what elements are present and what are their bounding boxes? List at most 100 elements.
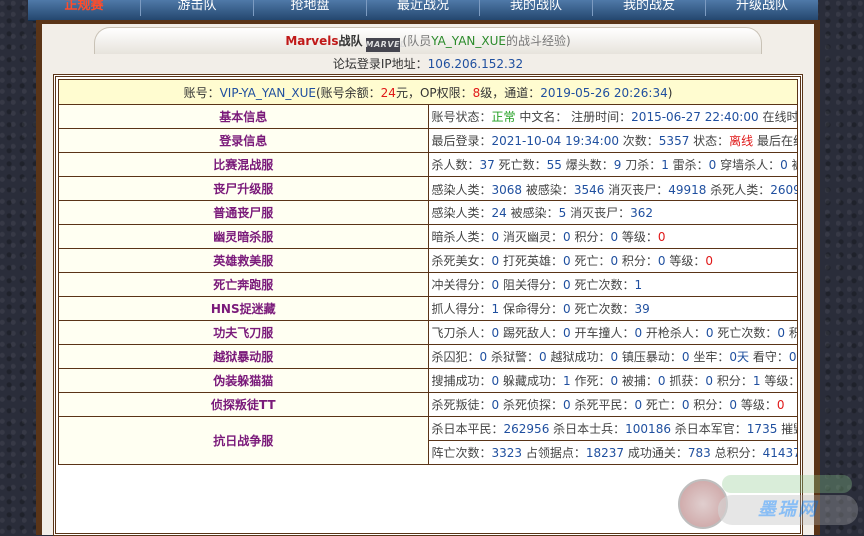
stat-text: 抓人得分： [431, 302, 492, 316]
stat-text: 杀死侦探： [499, 398, 563, 412]
channel-time: 2019-05-26 20:26:34 [540, 85, 668, 100]
stat-text: 0 [634, 398, 643, 412]
stat-text: 0 [729, 398, 738, 412]
stat-text: 暗杀人类： [431, 230, 492, 244]
server-category-link[interactable]: HNS捉迷藏 [58, 296, 429, 321]
stat-values: 感染人类：24 被感染：5 消灭丧尸：362 [427, 200, 798, 225]
nav-item-6[interactable]: 升级战队 [705, 0, 818, 16]
stat-text: 账号状态： [431, 110, 492, 124]
server-category-link[interactable]: 比赛混战服 [58, 152, 429, 177]
watermark-text: 墨瑞网 [718, 495, 858, 525]
stat-text: 0 [562, 230, 571, 244]
stat-text: 状态： [689, 134, 730, 148]
stat-text: 18237 [585, 446, 625, 460]
stat-text: 0 [491, 326, 500, 340]
stat-text: 积分： [713, 374, 753, 388]
stat-text: 感染人类： [431, 206, 492, 220]
server-category-link[interactable]: 功夫飞刀服 [58, 320, 429, 345]
stat-text: 55 [546, 158, 562, 172]
page-title: Marvels战队 MARVEL(队员YA_YAN_XUE的战斗经验) [94, 27, 762, 54]
member-name[interactable]: YA_YAN_XUE [431, 34, 506, 48]
stat-text: 0 [776, 398, 785, 412]
stat-text: 2015-06-27 22:40:00 [631, 110, 759, 124]
server-category-link[interactable]: 死亡奔跑服 [58, 272, 429, 297]
stat-row: 越狱暴动服 杀囚犯：0 杀狱警：0 越狱成功：0 镇压暴动：0 坐牢：0天 看守：… [58, 344, 798, 369]
server-category-link[interactable]: 侦探叛徒TT [58, 392, 429, 417]
stat-text: 0 [562, 254, 571, 268]
stat-text: 0天 [788, 350, 797, 364]
stat-text: 保命得分： [499, 302, 563, 316]
stat-text: 正常 [491, 110, 516, 124]
stat-text: 打死英雄： [499, 254, 563, 268]
ip-label: 论坛登录IP地址： [332, 57, 428, 71]
stat-text: 越狱成功： [546, 350, 611, 364]
nav-item-5[interactable]: 我的战友 [592, 0, 705, 16]
stat-text: 在线时间： [762, 110, 798, 124]
stat-row: 伪装躲猫猫 搜捕成功：0 躲藏成功：1 作死：0 被捕：0 抓获：0 积分：1 等… [58, 368, 798, 393]
server-category-link[interactable]: 丧尸升级服 [58, 176, 429, 201]
stat-text: 最后登录： [431, 134, 492, 148]
stat-text: 0 [634, 326, 643, 340]
stat-text: 阵亡次数： [431, 446, 492, 460]
stat-row: HNS捉迷藏 抓人得分：1 保命得分：0 死亡次数：39 [58, 296, 798, 321]
nav-item-4[interactable]: 我的战队 [479, 0, 592, 16]
stat-text: 0 [562, 326, 571, 340]
stat-text: 0 [610, 350, 619, 364]
stat-text: 杀日本军官： [670, 422, 747, 436]
stat-row: 幽灵暗杀服 暗杀人类：0 消灭幽灵：0 积分：0 等级：0 [58, 224, 798, 249]
server-category-link[interactable]: 抗日战争服 [58, 416, 429, 465]
nav-item-2[interactable]: 抢地盘 [253, 0, 366, 16]
stat-text: 抓获： [665, 374, 706, 388]
stat-text: 死亡次数： [570, 302, 635, 316]
server-category-link[interactable]: 登录信息 [58, 128, 429, 153]
stat-text: 死亡数： [494, 158, 547, 172]
team-name[interactable]: Marvels [285, 34, 338, 48]
stat-text: 死亡： [642, 398, 682, 412]
ip-value: 106.206.152.32 [427, 57, 524, 71]
stat-text: 作死： [570, 374, 611, 388]
server-category-link[interactable]: 伪装躲猫猫 [58, 368, 429, 393]
server-category-link[interactable]: 英雄救美服 [58, 248, 429, 273]
nav-item-0[interactable]: 正规赛 [28, 0, 140, 16]
stat-text: 死亡： [570, 254, 611, 268]
stat-text: 0 [657, 374, 666, 388]
stat-text: 0 [610, 254, 619, 268]
nav-item-1[interactable]: 游击队 [140, 0, 253, 16]
stat-text: 离线 [729, 134, 754, 148]
stat-text: 被捕： [618, 374, 658, 388]
stat-text: 0 [562, 278, 571, 292]
server-category-link[interactable]: 基本信息 [58, 104, 429, 129]
forum-ip-line: 论坛登录IP地址：106.206.152.32 [42, 55, 814, 72]
stat-text: 死亡次数： [713, 326, 778, 340]
stat-text: 362 [630, 206, 653, 220]
stat-values: 暗杀人类：0 消灭幽灵：0 积分：0 等级：0 [427, 224, 798, 249]
stat-text: 0 [562, 398, 571, 412]
stat-values: 阵亡次数：3323 占领据点：18237 成功通关：783 总积分：414376… [427, 440, 798, 465]
stat-text: 杀死人类： [706, 182, 771, 197]
nav-item-3[interactable]: 最近战况 [366, 0, 479, 16]
stat-text: 4143763 [762, 446, 797, 460]
stat-text: 积分： [570, 230, 611, 244]
stat-text: 2609 [770, 182, 796, 197]
stat-text: 1 [752, 374, 761, 388]
account-balance: 24 [380, 85, 396, 100]
stat-text: 总积分： [710, 446, 763, 460]
stat-text: 等级： [737, 398, 777, 412]
stats-table: 账号：VIP-YA_YAN_XUE(账号余额：24元，OP权限：8级，通道：20… [58, 79, 798, 465]
stat-text: 0 [491, 278, 500, 292]
server-category-link[interactable]: 幽灵暗杀服 [58, 224, 429, 249]
stat-row: 登录信息 最后登录：2021-10-04 19:34:00 次数：5357 状态：… [58, 128, 798, 153]
stat-text: 0 [780, 158, 788, 172]
stat-text: 等级： [760, 374, 798, 388]
stat-text: 飞刀杀人： [431, 326, 492, 340]
stat-text: 杀日本士兵： [549, 422, 626, 436]
stat-values: 杀囚犯：0 杀狱警：0 越狱成功：0 镇压暴动：0 坐牢：0天 看守：0天 死亡… [427, 344, 798, 369]
stat-text: 中文名： 注册时间： [515, 110, 632, 124]
stat-text: 1 [491, 302, 500, 316]
stat-text: 3546 [573, 182, 605, 197]
server-category-link[interactable]: 普通丧尸服 [58, 200, 429, 225]
stat-values: 抓人得分：1 保命得分：0 死亡次数：39 [427, 296, 798, 321]
server-category-link[interactable]: 越狱暴动服 [58, 344, 429, 369]
stat-text: 杀人数： [431, 158, 480, 172]
stat-text: 杀死叛徒： [431, 398, 492, 412]
